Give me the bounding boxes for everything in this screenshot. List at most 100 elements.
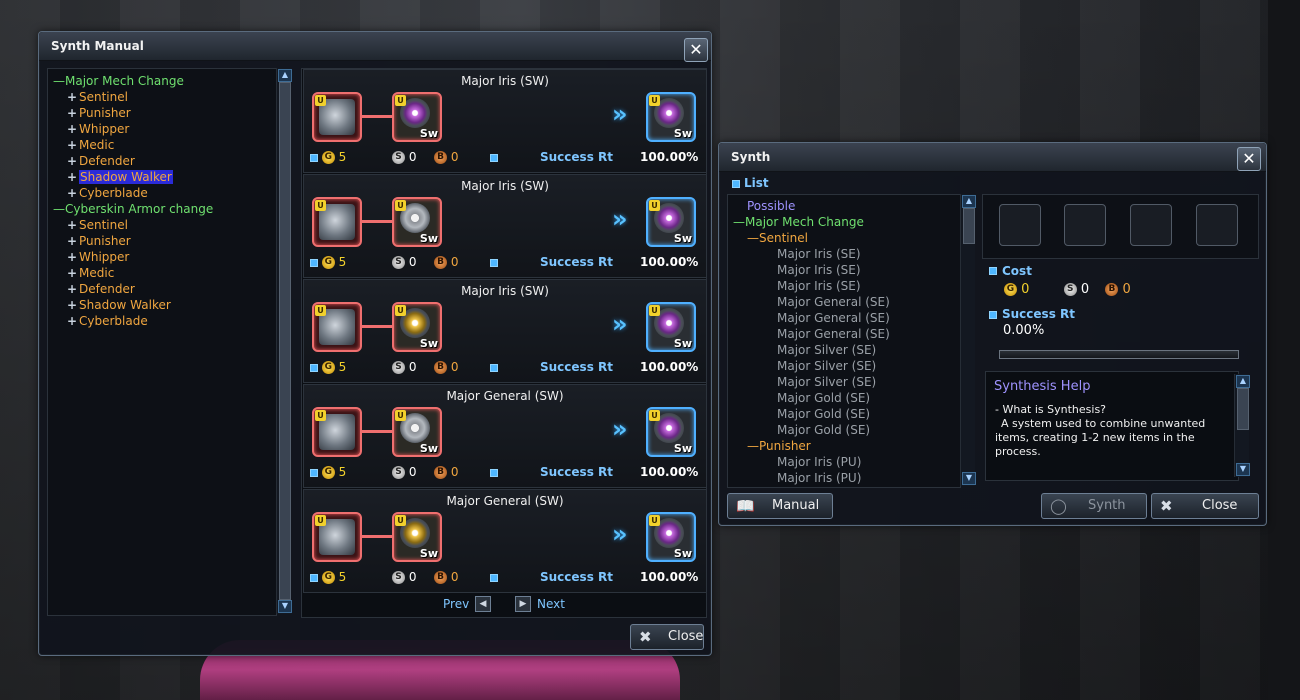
- list-item[interactable]: Major Iris (PU): [777, 470, 861, 486]
- expand-icon[interactable]: +: [67, 217, 79, 233]
- synth-button[interactable]: ◯ Synth: [1041, 493, 1147, 519]
- result-slot[interactable]: Sw U: [646, 92, 696, 142]
- expand-icon[interactable]: +: [67, 249, 79, 265]
- tree-item[interactable]: + Sentinel: [67, 217, 128, 233]
- list-item[interactable]: Major Iris (SE): [777, 262, 861, 278]
- close-icon[interactable]: ✕: [1237, 147, 1261, 171]
- material-slot[interactable]: [1196, 204, 1238, 246]
- list-item[interactable]: Major Silver (SE): [777, 342, 876, 358]
- material-slot-mech[interactable]: U: [312, 302, 362, 352]
- material-slot-gem[interactable]: Sw U: [392, 512, 442, 562]
- material-slot-gem[interactable]: Sw U: [392, 197, 442, 247]
- expand-icon[interactable]: +: [67, 265, 79, 281]
- tree-item[interactable]: + Whipper: [67, 121, 129, 137]
- result-slot[interactable]: Sw U: [646, 407, 696, 457]
- tree-item[interactable]: + Shadow Walker: [67, 297, 171, 313]
- material-slot-mech[interactable]: U: [312, 512, 362, 562]
- synth-titlebar[interactable]: Synth: [719, 143, 1266, 172]
- tree-item[interactable]: + Shadow Walker: [67, 169, 173, 185]
- manual-close-button[interactable]: ✖ Close: [630, 624, 704, 650]
- expand-icon[interactable]: +: [67, 89, 79, 105]
- scroll-down-icon[interactable]: ▼: [278, 600, 292, 613]
- tree-item[interactable]: + Medic: [67, 265, 114, 281]
- result-slot[interactable]: Sw U: [646, 197, 696, 247]
- recipe-card[interactable]: Major General (SW) U Sw U » Sw U G 5 S 0…: [303, 384, 707, 488]
- expand-icon[interactable]: +: [67, 297, 79, 313]
- list-item[interactable]: Major Iris (PU): [777, 454, 861, 470]
- material-slot[interactable]: [1064, 204, 1106, 246]
- list-group[interactable]: —Major Mech Change: [733, 214, 864, 230]
- list-item[interactable]: Major Iris (SE): [777, 278, 861, 294]
- result-slot[interactable]: Sw U: [646, 302, 696, 352]
- prev-label[interactable]: Prev: [443, 597, 469, 611]
- recipe-card[interactable]: Major General (SW) U Sw U » Sw U G 5 S 0…: [303, 489, 707, 593]
- expand-icon[interactable]: +: [67, 233, 79, 249]
- list-item[interactable]: Major Silver (SE): [777, 374, 876, 390]
- recipe-card[interactable]: Major Iris (SW) U Sw U » Sw U G 5 S 0 B …: [303, 69, 707, 173]
- tree-item[interactable]: + Sentinel: [67, 89, 128, 105]
- material-slot-gem[interactable]: Sw U: [392, 407, 442, 457]
- expand-icon[interactable]: +: [67, 137, 79, 153]
- material-slot-mech[interactable]: U: [312, 407, 362, 457]
- scroll-up-icon[interactable]: ▲: [962, 195, 976, 208]
- expand-icon[interactable]: +: [67, 169, 79, 185]
- material-slot[interactable]: [1130, 204, 1172, 246]
- list-item[interactable]: Major Gold (SE): [777, 406, 870, 422]
- list-item[interactable]: Major Silver (SE): [777, 358, 876, 374]
- list-group[interactable]: Possible: [747, 198, 795, 214]
- list-item[interactable]: Major General (SE): [777, 326, 890, 342]
- next-label[interactable]: Next: [537, 597, 565, 611]
- help-scrollbar[interactable]: ▲ ▼: [1234, 374, 1250, 477]
- scroll-thumb[interactable]: [963, 208, 975, 244]
- recipe-card[interactable]: Major Iris (SW) U Sw U » Sw U G 5 S 0 B …: [303, 279, 707, 383]
- material-slot-gem[interactable]: Sw U: [392, 92, 442, 142]
- tree-group[interactable]: —Major Mech Change: [53, 73, 184, 89]
- collapse-icon[interactable]: —: [53, 201, 65, 217]
- recipe-card[interactable]: Major Iris (SW) U Sw U » Sw U G 5 S 0 B …: [303, 174, 707, 278]
- tree-item[interactable]: + Cyberblade: [67, 313, 148, 329]
- collapse-icon[interactable]: —: [733, 214, 745, 230]
- manual-button[interactable]: 📖 Manual: [727, 493, 833, 519]
- expand-icon[interactable]: +: [67, 185, 79, 201]
- manual-tree-scrollbar[interactable]: ▲ ▼: [276, 68, 292, 614]
- material-slot[interactable]: [999, 204, 1041, 246]
- scroll-down-icon[interactable]: ▼: [1236, 463, 1250, 476]
- list-group[interactable]: —Punisher: [747, 438, 811, 454]
- tree-item[interactable]: + Punisher: [67, 233, 131, 249]
- collapse-icon[interactable]: —: [747, 438, 759, 454]
- next-arrow-icon[interactable]: ▶: [515, 596, 531, 612]
- tree-item[interactable]: + Cyberblade: [67, 185, 148, 201]
- list-item[interactable]: Major Iris (SE): [777, 246, 861, 262]
- tree-item[interactable]: + Whipper: [67, 249, 129, 265]
- expand-icon[interactable]: +: [67, 153, 79, 169]
- synth-close-button[interactable]: ✖ Close: [1151, 493, 1259, 519]
- prev-arrow-icon[interactable]: ◀: [475, 596, 491, 612]
- scroll-thumb[interactable]: [1237, 388, 1249, 430]
- scroll-up-icon[interactable]: ▲: [1236, 375, 1250, 388]
- tree-item[interactable]: + Punisher: [67, 105, 131, 121]
- expand-icon[interactable]: +: [67, 313, 79, 329]
- list-group[interactable]: —Sentinel: [747, 230, 808, 246]
- collapse-icon[interactable]: —: [53, 73, 65, 89]
- scroll-thumb[interactable]: [279, 82, 291, 600]
- tree-item[interactable]: + Defender: [67, 153, 135, 169]
- list-item[interactable]: Major General (SE): [777, 310, 890, 326]
- expand-icon[interactable]: +: [67, 281, 79, 297]
- tree-item[interactable]: + Defender: [67, 281, 135, 297]
- collapse-icon[interactable]: —: [747, 230, 759, 246]
- expand-icon[interactable]: +: [67, 105, 79, 121]
- close-icon[interactable]: ✕: [684, 38, 708, 62]
- tree-item[interactable]: + Medic: [67, 137, 114, 153]
- scroll-up-icon[interactable]: ▲: [278, 69, 292, 82]
- list-item[interactable]: Major Gold (SE): [777, 422, 870, 438]
- synth-list-scrollbar[interactable]: ▲ ▼: [960, 194, 976, 486]
- tree-group[interactable]: —Cyberskin Armor change: [53, 201, 213, 217]
- material-slot-mech[interactable]: U: [312, 197, 362, 247]
- material-slot-mech[interactable]: U: [312, 92, 362, 142]
- list-item[interactable]: Major Gold (SE): [777, 390, 870, 406]
- expand-icon[interactable]: +: [67, 121, 79, 137]
- scroll-down-icon[interactable]: ▼: [962, 472, 976, 485]
- list-item[interactable]: Major General (SE): [777, 294, 890, 310]
- synth-manual-titlebar[interactable]: Synth Manual: [39, 32, 711, 61]
- result-slot[interactable]: Sw U: [646, 512, 696, 562]
